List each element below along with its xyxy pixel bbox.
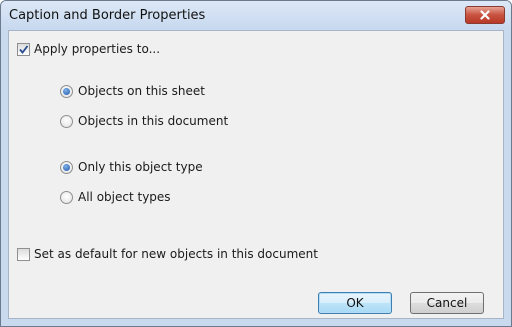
dialog-window: Caption and Border Properties Apply prop…	[0, 0, 512, 327]
apply-properties-checkbox[interactable]: Apply properties to...	[17, 42, 160, 56]
set-default-check[interactable]	[17, 247, 30, 261]
radio-all-object-types-dot[interactable]	[60, 190, 73, 204]
radio-all-object-types[interactable]: All object types	[60, 190, 171, 204]
apply-properties-check[interactable]	[17, 42, 30, 56]
checkmark-icon	[19, 44, 29, 54]
dialog-content: Apply properties to... Objects on this s…	[8, 30, 504, 319]
radio-only-this-type[interactable]: Only this object type	[60, 160, 203, 174]
radio-all-object-types-label: All object types	[78, 190, 171, 204]
close-icon	[480, 10, 490, 20]
radio-only-this-type-label: Only this object type	[78, 160, 203, 174]
close-button[interactable]	[465, 6, 505, 24]
radio-objects-in-document-dot[interactable]	[60, 114, 73, 128]
radio-objects-on-sheet-dot[interactable]	[60, 84, 73, 98]
ok-button[interactable]: OK	[318, 292, 392, 314]
dialog-title: Caption and Border Properties	[9, 8, 206, 23]
set-default-label: Set as default for new objects in this d…	[34, 247, 318, 261]
radio-objects-in-document-label: Objects in this document	[78, 114, 229, 128]
set-default-checkbox[interactable]: Set as default for new objects in this d…	[17, 247, 318, 261]
cancel-button[interactable]: Cancel	[410, 292, 484, 314]
apply-properties-label: Apply properties to...	[34, 42, 161, 56]
radio-objects-on-sheet[interactable]: Objects on this sheet	[60, 84, 205, 98]
radio-objects-in-document[interactable]: Objects in this document	[60, 114, 228, 128]
radio-objects-on-sheet-label: Objects on this sheet	[78, 84, 205, 98]
radio-only-this-type-dot[interactable]	[60, 160, 73, 174]
title-bar[interactable]: Caption and Border Properties	[1, 1, 511, 30]
